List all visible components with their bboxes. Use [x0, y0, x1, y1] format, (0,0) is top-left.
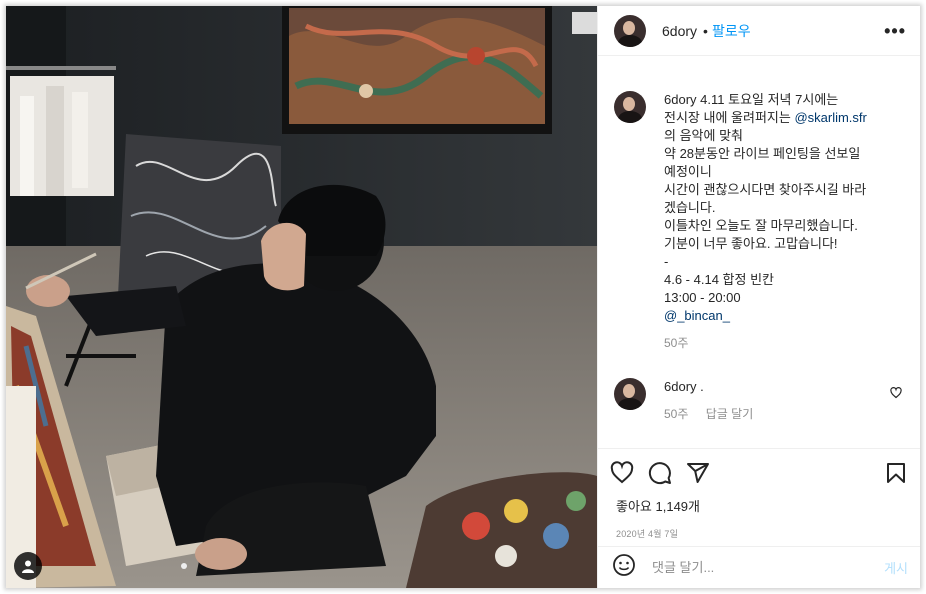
comment-composer: 게시	[598, 546, 920, 588]
caption-line: 13:00 - 20:00	[664, 290, 741, 305]
share-icon[interactable]	[686, 461, 710, 485]
caption-line: 예정이니	[664, 164, 712, 179]
post-header: 6dory • 팔로우 •••	[598, 6, 920, 56]
caption-line: 기분이 너무 좋아요. 고맙습니다!	[664, 236, 838, 251]
mention-link[interactable]: @_bincan_	[664, 308, 730, 323]
header-username[interactable]: 6dory	[662, 23, 697, 39]
caption-block: 6dory 4.11 토요일 저녁 7시에는 전시장 내에 울려퍼지는 @ska…	[614, 91, 910, 352]
separator-dot: •	[703, 22, 708, 39]
post-comment-button[interactable]: 게시	[884, 558, 908, 577]
comment-input[interactable]	[652, 560, 885, 575]
more-options-button[interactable]: •••	[884, 22, 906, 40]
comment-text: .	[700, 379, 704, 394]
tagged-users-button[interactable]	[14, 552, 42, 580]
comment-item: 6dory . 50주 답글 달기	[614, 378, 910, 423]
caption-age[interactable]: 50주	[664, 336, 688, 350]
post-date[interactable]: 2020년 4월 7일	[616, 527, 908, 540]
caption-line: 시간이 괜찮으시다면 찾아주시길 바라	[664, 182, 867, 197]
mention-link[interactable]: @skarlim.sfr	[794, 110, 866, 125]
user-icon	[22, 560, 34, 573]
follow-button[interactable]: 팔로우	[712, 21, 751, 41]
reply-button[interactable]: 답글 달기	[706, 407, 754, 421]
post-sidebar: 6dory • 팔로우 ••• 6dory 4.11 토요일 저녁 7시에는 전…	[597, 6, 920, 588]
caption-line: 겠습니다.	[664, 200, 716, 215]
bookmark-icon[interactable]	[884, 461, 908, 485]
comment-username[interactable]: 6dory	[664, 379, 697, 394]
heart-icon[interactable]	[610, 461, 634, 485]
caption-username[interactable]: 6dory	[664, 92, 697, 107]
caption-line: 전시장 내에 울려퍼지는	[664, 110, 795, 125]
caption-line: 4.11 토요일 저녁 7시에는	[700, 92, 839, 107]
caption-line: 4.6 - 4.14 합정 빈칸	[664, 272, 774, 287]
caption-line: -	[664, 254, 669, 269]
caption-line: 의 음악에 맞춰	[664, 128, 743, 143]
likes-count[interactable]: 좋아요 1,149개	[616, 496, 908, 515]
caption-line: 약 28분동안 라이브 페인팅을 선보일	[664, 146, 861, 161]
comment-age[interactable]: 50주	[664, 407, 688, 421]
comment-like-icon[interactable]	[890, 386, 902, 404]
caption-line: 이틀차인 오늘도 잘 마무리했습니다.	[664, 218, 858, 233]
avatar[interactable]	[614, 91, 646, 123]
comment-icon[interactable]	[648, 461, 672, 485]
emoji-icon[interactable]	[612, 553, 636, 582]
action-bar: 좋아요 1,149개 2020년 4월 7일	[598, 448, 920, 540]
painting-scene-illustration	[6, 6, 597, 588]
post-modal: 6dory • 팔로우 ••• 6dory 4.11 토요일 저녁 7시에는 전…	[6, 6, 920, 588]
avatar[interactable]	[614, 14, 646, 47]
caption-text: 6dory 4.11 토요일 저녁 7시에는 전시장 내에 울려퍼지는 @ska…	[664, 91, 867, 352]
avatar[interactable]	[614, 378, 646, 410]
post-photo[interactable]	[6, 6, 597, 588]
